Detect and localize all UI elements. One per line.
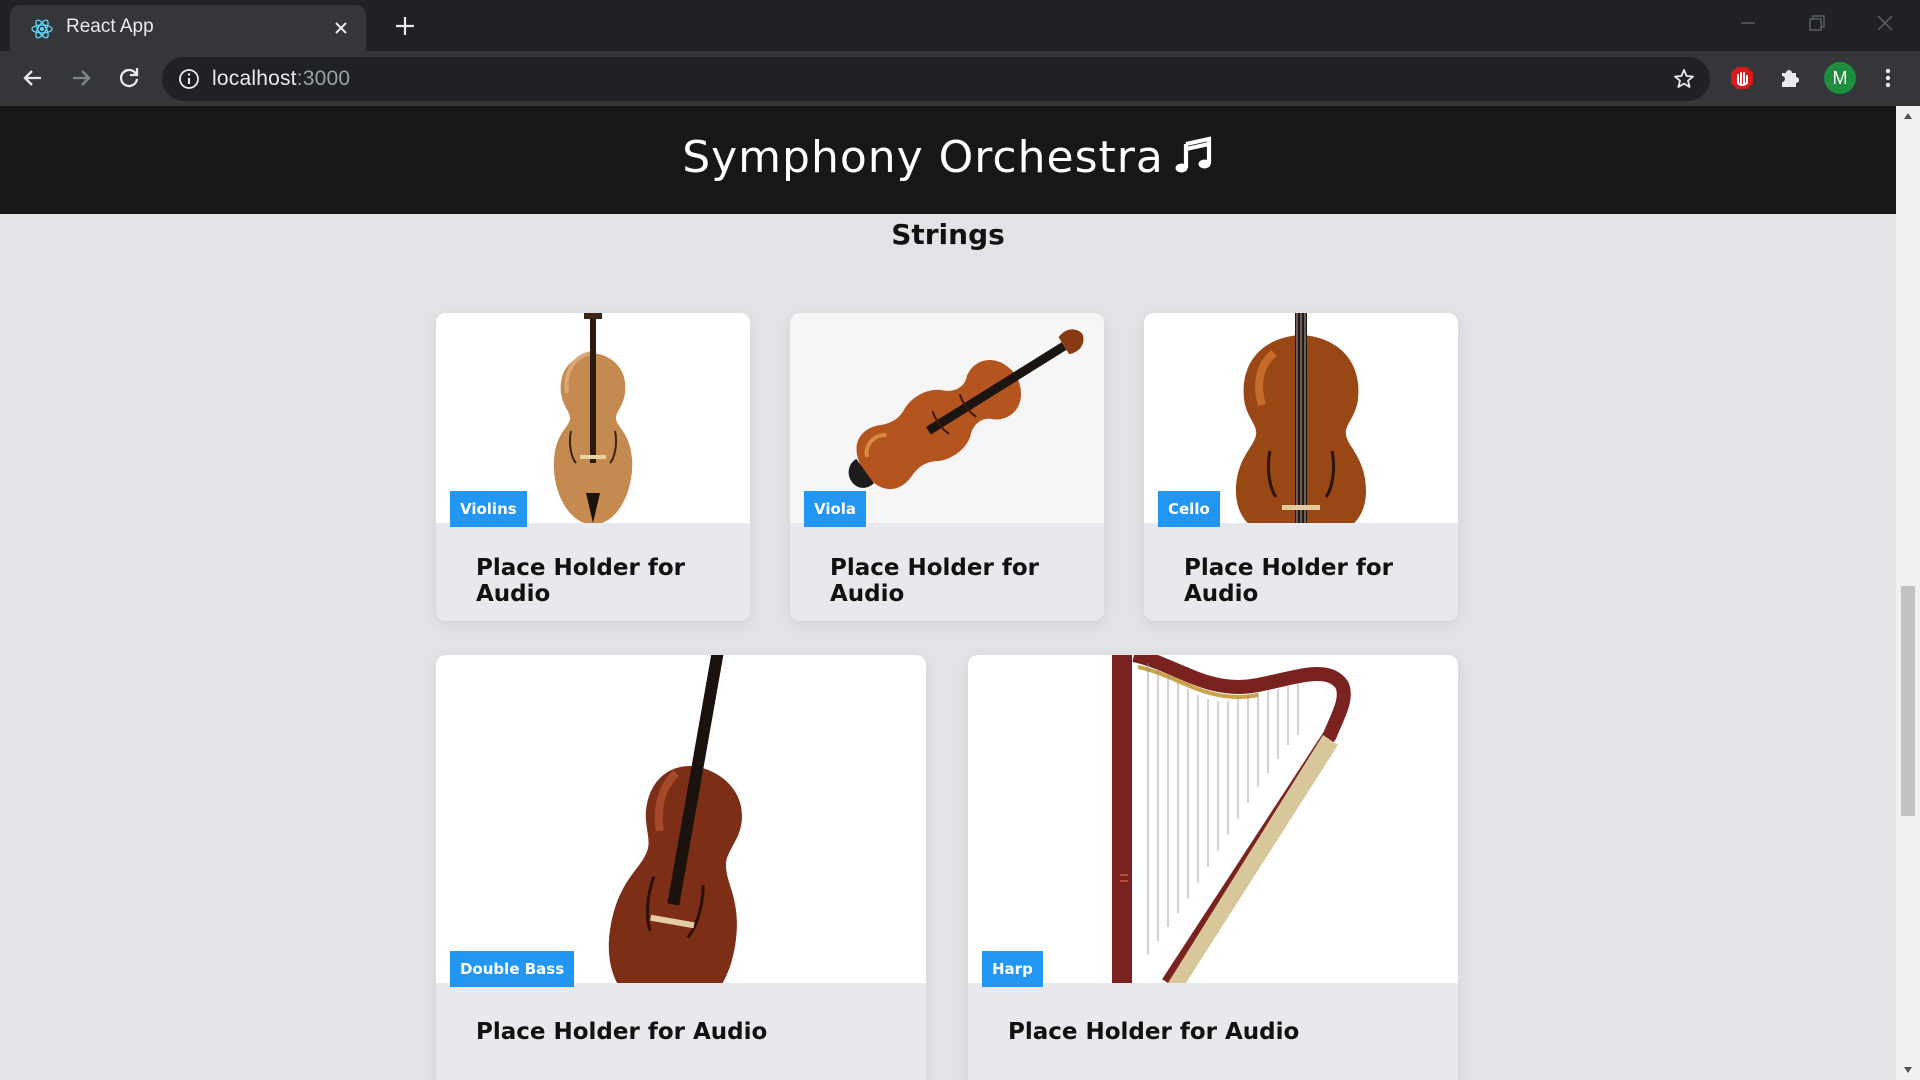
page-scrollbar[interactable] (1896, 106, 1920, 1080)
music-note-icon (1175, 136, 1211, 173)
audio-placeholder: Place Holder for Audio (476, 555, 685, 607)
minimize-icon[interactable] (1735, 10, 1761, 36)
star-icon[interactable] (1672, 67, 1696, 91)
window-close-icon[interactable] (1872, 10, 1898, 36)
menu-icon[interactable] (1874, 64, 1902, 92)
audio-placeholder: Place Holder for Audio (1008, 1019, 1300, 1045)
instrument-card-viola[interactable]: Viola Place Holder for Audio (790, 313, 1104, 621)
double-bass-image (436, 655, 926, 983)
restore-icon[interactable] (1804, 10, 1830, 36)
plus-icon[interactable] (392, 13, 418, 39)
url-text[interactable]: localhost:3000 (212, 67, 350, 91)
audio-placeholder: Place Holder for Audio (1184, 555, 1393, 607)
scroll-down-icon[interactable] (1902, 1064, 1914, 1076)
audio-placeholder: Place Holder for Audio (476, 1019, 768, 1045)
instrument-badge: Double Bass (450, 951, 575, 987)
instrument-card-harp[interactable]: Harp Place Holder for Audio (968, 655, 1458, 1080)
tab-title: React App (66, 16, 154, 37)
url-host: localhost (212, 67, 297, 90)
instrument-badge: Viola (804, 491, 867, 527)
browser-tab[interactable]: React App (10, 5, 366, 51)
instrument-card-double-bass[interactable]: Double Bass Place Holder for Audio (436, 655, 926, 1080)
react-icon (31, 19, 53, 39)
site-header: Symphony Orchestra (0, 106, 1896, 214)
instrument-badge: Cello (1158, 491, 1220, 527)
reload-icon[interactable] (115, 64, 143, 92)
url-port: :3000 (296, 67, 351, 90)
scroll-up-icon[interactable] (1902, 110, 1914, 122)
close-icon[interactable] (330, 17, 352, 39)
instrument-card-cello[interactable]: Cello Place Holder for Audio (1144, 313, 1458, 621)
browser-toolbar: localhost:3000 M (0, 51, 1920, 106)
instrument-badge: Violins (450, 491, 527, 527)
instrument-badge: Harp (982, 951, 1043, 987)
page-viewport: Symphony Orchestra Strings Violins Place… (0, 106, 1896, 1080)
stop-extension-icon[interactable] (1728, 64, 1756, 92)
info-icon[interactable] (178, 68, 200, 90)
address-bar[interactable]: localhost:3000 (162, 57, 1710, 101)
back-icon[interactable] (19, 64, 47, 92)
forward-icon[interactable] (67, 64, 95, 92)
instrument-card-violins[interactable]: Violins Place Holder for Audio (436, 313, 750, 621)
audio-placeholder: Place Holder for Audio (830, 555, 1039, 607)
avatar[interactable]: M (1824, 62, 1856, 94)
harp-image (968, 655, 1458, 983)
tab-strip: React App (0, 0, 1920, 51)
scroll-thumb[interactable] (1901, 586, 1915, 816)
page-title: Symphony Orchestra (682, 132, 1164, 183)
section-title: Strings (891, 218, 1005, 251)
puzzle-icon[interactable] (1776, 64, 1804, 92)
